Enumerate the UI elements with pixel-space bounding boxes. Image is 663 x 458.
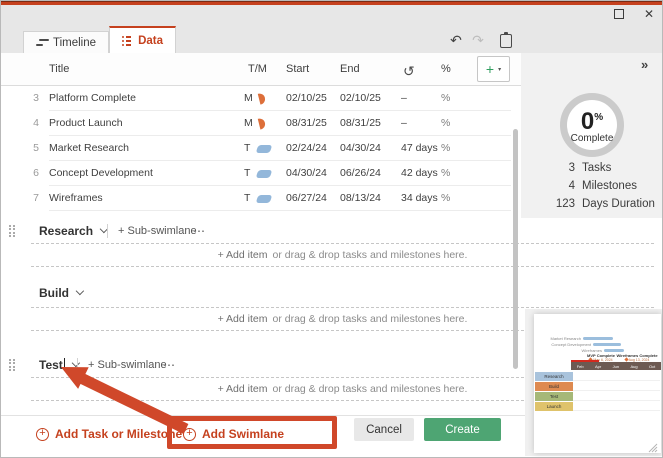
- milestone-shape-icon: [258, 117, 266, 129]
- preview-task-bar: [583, 337, 613, 340]
- add-sub-swimlane-button[interactable]: + Sub-swimlane: [118, 225, 197, 237]
- chevron-down-icon: [76, 287, 84, 295]
- preview-milestone: Wireframes Complete Aug 13, 2024: [616, 354, 658, 362]
- table-row[interactable]: 6 Concept Development T 04/30/24 06/26/2…: [1, 161, 514, 186]
- stat-label: Tasks: [582, 162, 611, 174]
- plus-icon: +: [486, 62, 494, 76]
- col-tm: T/M: [248, 63, 267, 75]
- swimlane-header-build[interactable]: Build: [1, 281, 516, 305]
- collapse-panel-icon[interactable]: »: [641, 57, 648, 72]
- tab-data[interactable]: Data: [109, 26, 176, 53]
- preview-lane-label: Test: [535, 392, 573, 401]
- annotation-highlight-box: [167, 416, 337, 449]
- drop-hint: or drag & drop tasks and milestones here…: [272, 383, 467, 395]
- add-item-link[interactable]: + Add item: [218, 313, 268, 325]
- drop-hint: or drag & drop tasks and milestones here…: [272, 313, 467, 325]
- col-end: End: [340, 63, 360, 75]
- drop-hint: or drag & drop tasks and milestones here…: [272, 249, 467, 261]
- table-row[interactable]: 3 Platform Complete M 02/10/25 02/10/25 …: [1, 86, 514, 111]
- preview-bar-label: Concept Development: [544, 343, 591, 347]
- stat-label: Days Duration: [582, 198, 655, 210]
- preview-bar-label: Market Research: [536, 337, 581, 341]
- caret-down-icon: ▾: [498, 66, 501, 73]
- completion-ring: 0% Complete: [560, 93, 624, 157]
- cancel-button[interactable]: Cancel: [354, 418, 414, 441]
- preview-lane-label: Build: [535, 382, 573, 391]
- addin-window: ✕ Timeline Data ↶ ↷ Title T/M Start End …: [0, 0, 663, 458]
- resize-grip-icon[interactable]: [647, 442, 658, 453]
- tab-timeline-label: Timeline: [53, 37, 96, 49]
- add-sub-swimlane-button[interactable]: + Sub-swimlane: [88, 359, 167, 371]
- swimlane-name[interactable]: Build: [39, 286, 83, 300]
- duration-history-icon[interactable]: ↺: [403, 63, 415, 80]
- more-options-icon[interactable]: ⋯: [163, 358, 176, 372]
- redo-icon[interactable]: ↷: [469, 32, 487, 49]
- add-row-button[interactable]: + ▾: [477, 56, 510, 82]
- add-item-link[interactable]: + Add item: [218, 249, 268, 261]
- percent-value: 0: [581, 108, 594, 135]
- undo-icon[interactable]: ↶: [447, 32, 465, 49]
- drop-zone[interactable]: + Add item or drag & drop tasks and mile…: [31, 243, 654, 267]
- table-header-row: Title T/M Start End ↺ %: [1, 53, 521, 86]
- slide-preview-thumbnail[interactable]: Market Research Concept Development Wire…: [534, 314, 661, 453]
- preview-timeline-band: FebAprJunAugOct: [571, 362, 661, 370]
- preview-lane-label: Launch: [535, 402, 573, 411]
- create-button[interactable]: Create: [424, 418, 501, 441]
- summary-stats: 3 Tasks 4 Milestones 123 Days Duration: [521, 159, 663, 213]
- text-cursor: [64, 358, 65, 371]
- swimlane-header-test[interactable]: Test + Sub-swimlane ⋯: [1, 353, 516, 377]
- col-start: Start: [286, 63, 309, 75]
- vertical-scrollbar[interactable]: [513, 129, 518, 369]
- percent-sign: %: [594, 112, 603, 123]
- col-title: Title: [49, 63, 69, 75]
- tab-data-label: Data: [138, 35, 163, 47]
- stat-value: 3: [521, 162, 575, 174]
- milestone-shape-icon: [258, 92, 266, 104]
- swimlane-header-research[interactable]: Research + Sub-swimlane ⋯: [1, 219, 516, 243]
- swimlane-name[interactable]: Research: [39, 224, 107, 238]
- complete-label: Complete: [571, 133, 614, 144]
- add-task-or-milestone-button[interactable]: + Add Task or Milestone: [36, 427, 182, 441]
- preview-lane-label: Research: [535, 372, 573, 381]
- table-row[interactable]: 7 Wireframes T 06/27/24 08/13/24 34 days…: [1, 186, 514, 211]
- stat-label: Milestones: [582, 180, 637, 192]
- preview-task-bar: [604, 349, 624, 352]
- data-list-icon: [122, 36, 131, 46]
- tab-timeline[interactable]: Timeline: [23, 31, 109, 53]
- maximize-icon[interactable]: [614, 9, 624, 19]
- chevron-down-icon: [72, 359, 80, 367]
- more-options-icon[interactable]: ⋯: [193, 224, 206, 238]
- drag-handle-icon[interactable]: [9, 359, 18, 372]
- paste-clipboard-icon[interactable]: [500, 34, 512, 48]
- preview-task-bar: [593, 343, 621, 346]
- col-percent: %: [441, 63, 451, 75]
- table-row[interactable]: 4 Product Launch M 08/31/25 08/31/25 – %: [1, 111, 514, 136]
- circle-plus-icon: +: [36, 428, 49, 441]
- task-shape-icon: [256, 195, 273, 203]
- close-icon[interactable]: ✕: [642, 6, 656, 22]
- stat-value: 123: [521, 198, 575, 210]
- drag-handle-icon[interactable]: [9, 225, 18, 238]
- tab-bar: Timeline Data: [1, 27, 662, 53]
- timeline-icon: [36, 39, 46, 47]
- add-item-link[interactable]: + Add item: [218, 383, 268, 395]
- task-shape-icon: [256, 170, 273, 178]
- milestone-diamond-icon: [624, 357, 628, 361]
- stat-value: 4: [521, 180, 575, 192]
- swimlane-name-editing[interactable]: Test: [39, 358, 79, 372]
- task-shape-icon: [256, 145, 273, 153]
- table-row[interactable]: 5 Market Research T 02/24/24 04/30/24 47…: [1, 136, 514, 161]
- titlebar: [1, 5, 662, 27]
